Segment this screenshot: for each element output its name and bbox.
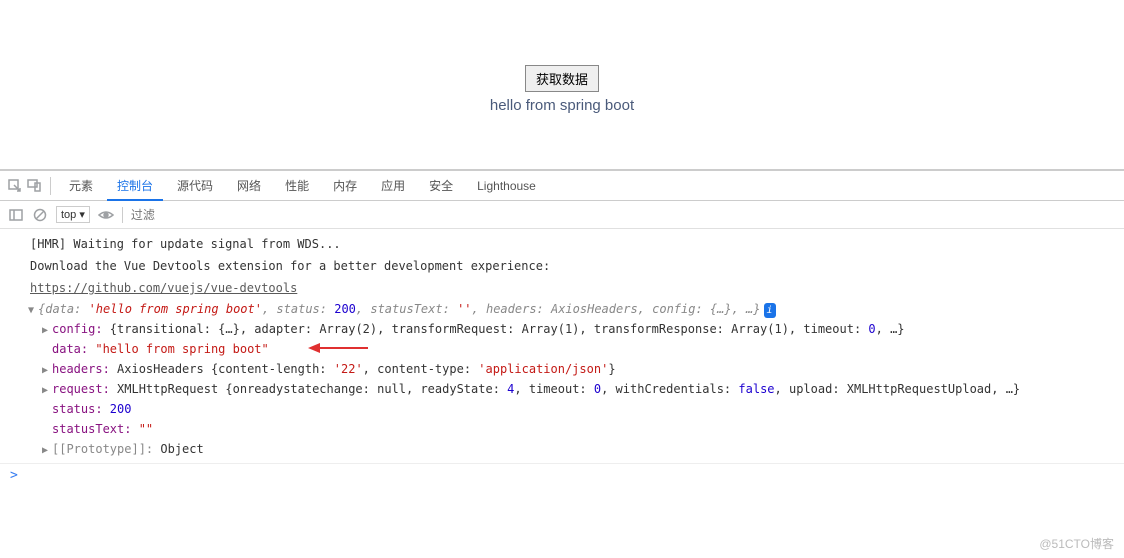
caret-right-icon[interactable] bbox=[42, 443, 50, 458]
prop-prototype[interactable]: [[Prototype]]: Object bbox=[28, 439, 1124, 459]
prop-headers[interactable]: headers: AxiosHeaders {content-length: '… bbox=[28, 359, 1124, 379]
console-prompt[interactable]: > bbox=[0, 463, 1124, 487]
watermark: @51CTO博客 bbox=[1039, 535, 1114, 552]
devtools-panel: 元素 控制台 源代码 网络 性能 内存 应用 安全 Lighthouse top… bbox=[0, 170, 1124, 487]
prop-config[interactable]: config: {transitional: {…}, adapter: Arr… bbox=[28, 319, 1124, 339]
clear-console-icon[interactable] bbox=[32, 207, 48, 223]
eye-icon[interactable] bbox=[98, 207, 114, 223]
annotation-arrow-icon bbox=[308, 341, 368, 355]
device-toggle-icon[interactable] bbox=[26, 178, 42, 194]
info-badge-icon[interactable]: i bbox=[764, 303, 776, 318]
fetch-data-button[interactable]: 获取数据 bbox=[525, 65, 599, 92]
tab-application[interactable]: 应用 bbox=[371, 171, 415, 201]
caret-right-icon[interactable] bbox=[42, 363, 50, 378]
response-text: hello from spring boot bbox=[0, 97, 1124, 114]
tab-performance[interactable]: 性能 bbox=[275, 171, 319, 201]
separator bbox=[122, 207, 123, 223]
context-selector[interactable]: top ▾ bbox=[56, 206, 90, 223]
separator bbox=[50, 177, 51, 195]
tab-lighthouse[interactable]: Lighthouse bbox=[467, 171, 546, 201]
filter-input[interactable] bbox=[131, 208, 1116, 222]
tab-elements[interactable]: 元素 bbox=[59, 171, 103, 201]
page-viewport: 获取数据 hello from spring boot bbox=[0, 0, 1124, 170]
devtools-link[interactable]: https://github.com/vuejs/vue-devtools bbox=[30, 281, 297, 295]
log-hmr: [HMR] Waiting for update signal from WDS… bbox=[0, 233, 1124, 255]
caret-down-icon[interactable] bbox=[28, 303, 36, 318]
prop-status[interactable]: status: 200 bbox=[28, 399, 1124, 419]
tab-sources[interactable]: 源代码 bbox=[167, 171, 223, 201]
prop-statustext[interactable]: statusText: "" bbox=[28, 419, 1124, 439]
tab-console[interactable]: 控制台 bbox=[107, 171, 163, 201]
prop-data[interactable]: data: "hello from spring boot" bbox=[28, 339, 1124, 359]
log-devtools-link: https://github.com/vuejs/vue-devtools bbox=[0, 277, 1124, 299]
inspect-icon[interactable] bbox=[6, 178, 22, 194]
caret-right-icon[interactable] bbox=[42, 323, 50, 338]
console-toolbar: top ▾ bbox=[0, 201, 1124, 229]
object-summary[interactable]: {data: 'hello from spring boot', status:… bbox=[28, 299, 1124, 319]
tab-network[interactable]: 网络 bbox=[227, 171, 271, 201]
prop-request[interactable]: request: XMLHttpRequest {onreadystatecha… bbox=[28, 379, 1124, 399]
console-output: [HMR] Waiting for update signal from WDS… bbox=[0, 229, 1124, 463]
sidebar-toggle-icon[interactable] bbox=[8, 207, 24, 223]
log-devtools-msg: Download the Vue Devtools extension for … bbox=[0, 255, 1124, 277]
tab-security[interactable]: 安全 bbox=[419, 171, 463, 201]
devtools-tab-bar: 元素 控制台 源代码 网络 性能 内存 应用 安全 Lighthouse bbox=[0, 171, 1124, 201]
tab-memory[interactable]: 内存 bbox=[323, 171, 367, 201]
object-dump[interactable]: {data: 'hello from spring boot', status:… bbox=[0, 299, 1124, 459]
caret-right-icon[interactable] bbox=[42, 383, 50, 398]
